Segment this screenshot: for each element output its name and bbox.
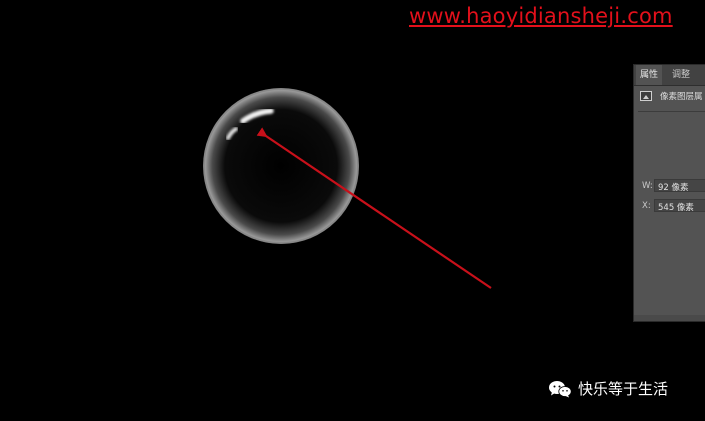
- width-label: W:: [642, 181, 653, 191]
- brand-watermark-text: 快乐等于生活: [578, 380, 669, 398]
- panel-footer: [634, 315, 705, 321]
- width-value[interactable]: 92 像素: [658, 181, 689, 193]
- x-value[interactable]: 545 像素: [658, 201, 694, 213]
- bubble: [203, 88, 359, 244]
- layer-type-row: 像素图层属: [640, 90, 705, 106]
- properties-panel: 属性 调整 像素图层属 W: 92 像素 X: 545 像素: [633, 64, 705, 322]
- layer-type-label: 像素图层属: [660, 92, 703, 102]
- watermark-url: www.haoyidiansheji.com: [409, 4, 673, 28]
- document-canvas: [203, 88, 492, 289]
- x-label: X:: [642, 201, 651, 211]
- image-layer-icon: [640, 91, 652, 101]
- panel-tab-bar: 属性 调整: [634, 65, 705, 86]
- tab-properties[interactable]: 属性: [636, 65, 663, 85]
- tab-adjustments[interactable]: 调整: [672, 68, 690, 82]
- x-field: X: 545 像素: [642, 199, 705, 214]
- wechat-icon: [549, 381, 572, 398]
- width-field: W: 92 像素: [642, 179, 705, 194]
- panel-divider: [638, 111, 705, 112]
